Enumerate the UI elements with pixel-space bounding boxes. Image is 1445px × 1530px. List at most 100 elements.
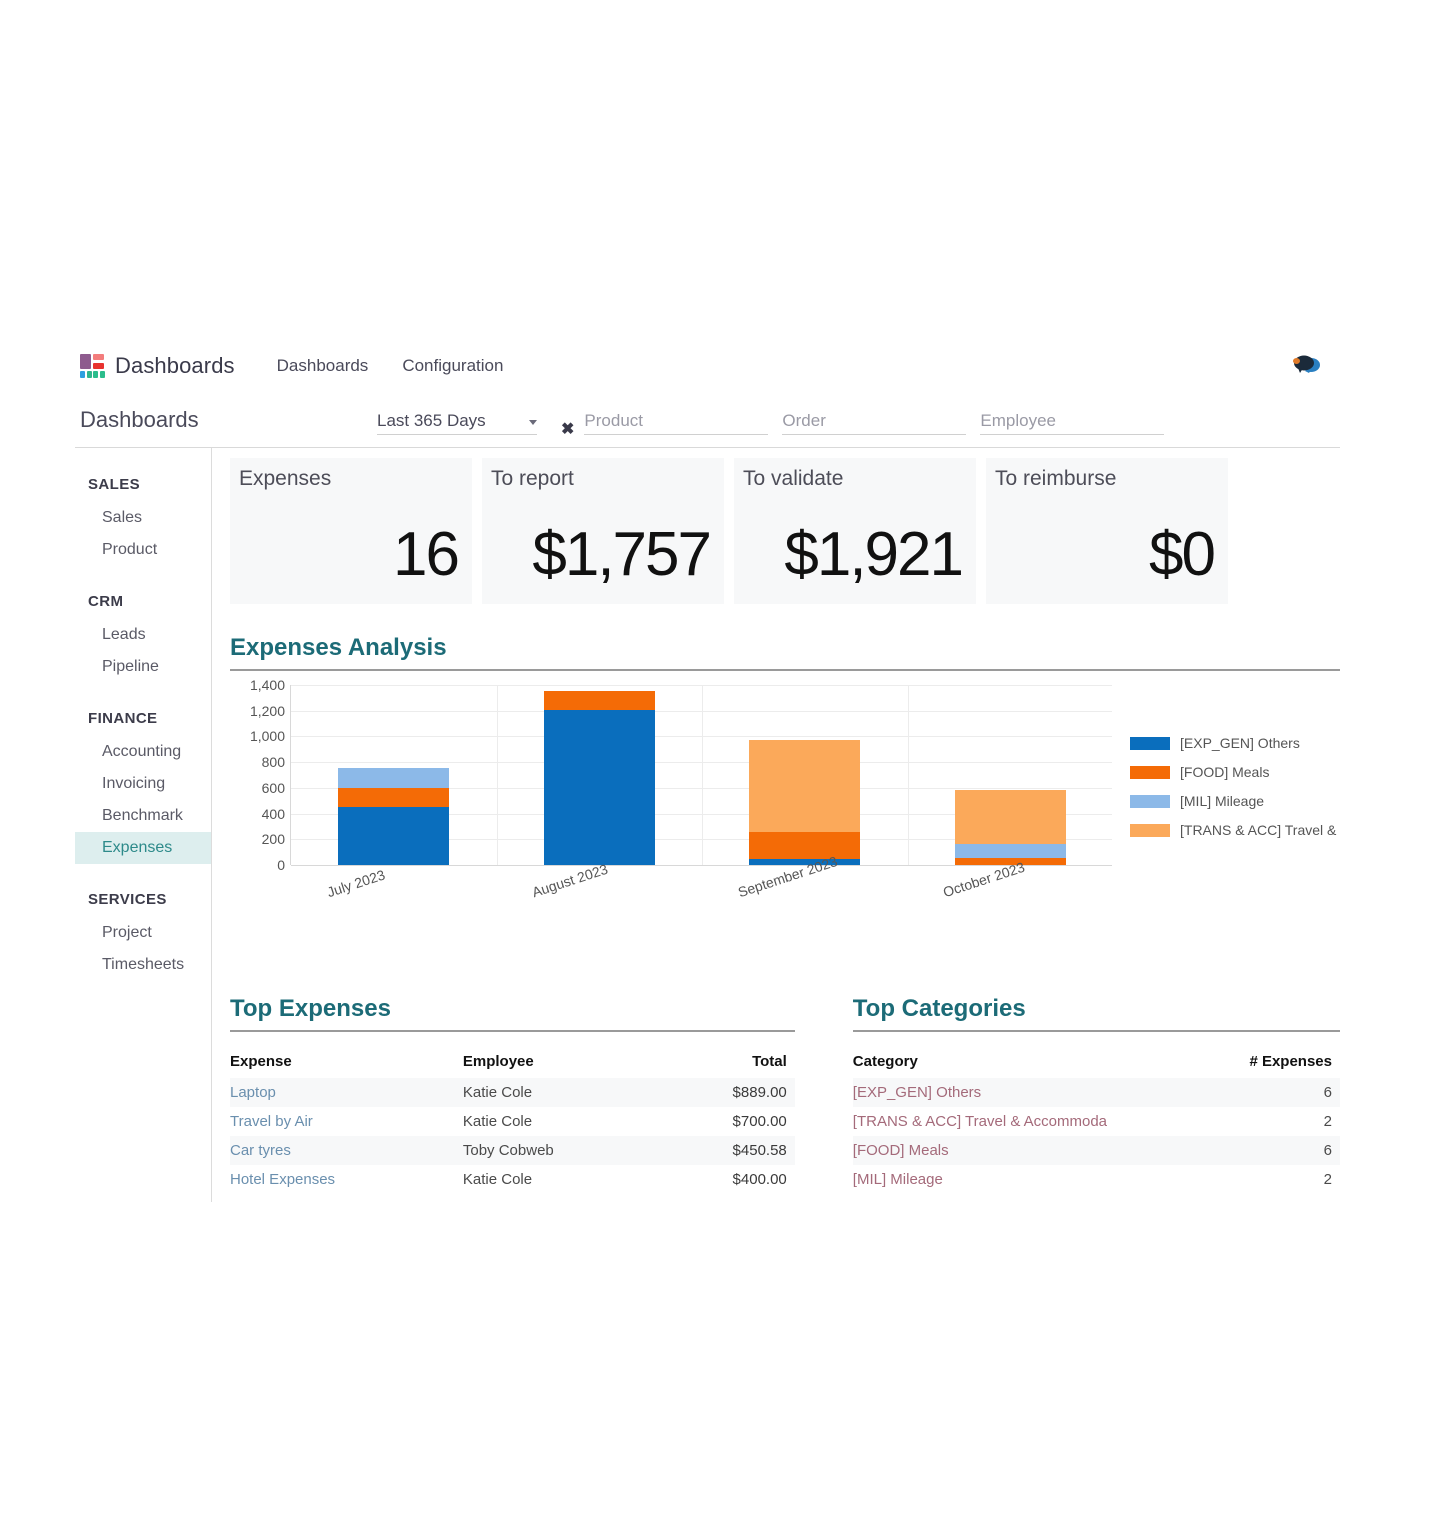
legend-item[interactable]: [FOOD] Meals — [1130, 764, 1340, 780]
chart-x-axis: July 2023 August 2023 September 2023 Octobe… — [290, 853, 1112, 923]
table-cell: Laptop — [230, 1084, 276, 1101]
table-row[interactable]: Travel by Air Katie Cole $700.00 — [230, 1107, 795, 1136]
employee-filter-input[interactable]: Employee — [980, 405, 1165, 435]
sidebar-item-expenses[interactable]: Expenses — [75, 832, 211, 864]
kpi-label: To reimburse — [995, 467, 1117, 490]
kpi-card-to-validate[interactable]: To validate $1,921 — [734, 458, 976, 604]
col-total: Total — [752, 1053, 787, 1070]
legend-label: [MIL] Mileage — [1180, 793, 1265, 809]
table-cell: [FOOD] Meals — [852, 1142, 949, 1159]
chart-bar[interactable] — [543, 685, 655, 865]
table-cell: Katie Cole — [462, 1171, 533, 1187]
col-employee: Employee — [462, 1053, 534, 1070]
control-bar: Dashboards Last 365 Days ✖ Product Order… — [75, 392, 1340, 448]
table-cell: 6 — [1323, 1142, 1332, 1159]
chart-bar-segment[interactable] — [338, 767, 450, 788]
table-row[interactable]: Hotel Expenses Katie Cole $400.00 — [230, 1165, 795, 1187]
table-row[interactable]: [TRANS & ACC] Travel & Accommoda 2 — [853, 1107, 1340, 1136]
chart-bar-segment[interactable] — [954, 789, 1066, 844]
clear-filter-icon[interactable]: ✖ — [561, 419, 574, 439]
logo-block-right — [93, 354, 104, 369]
kpi-card-to-reimburse[interactable]: To reimburse $0 — [986, 458, 1228, 604]
y-tick-label: 1,200 — [249, 702, 285, 719]
chart-y-axis: 0 200 400 600 800 1,000 1,200 1,400 — [230, 677, 285, 873]
logo-block-7 — [100, 371, 105, 378]
chart-bar-segment[interactable] — [543, 710, 655, 865]
sidebar-item-product[interactable]: Product — [75, 534, 211, 566]
chart-bar[interactable] — [954, 685, 1066, 865]
date-filter-value: Last 365 Days — [377, 410, 486, 430]
table-cell: Toby Cobweb — [462, 1142, 554, 1159]
y-tick-label: 800 — [261, 754, 285, 771]
y-tick-label: 200 — [261, 831, 285, 848]
chart-bar-segment[interactable] — [954, 843, 1066, 858]
order-filter-input[interactable]: Order — [782, 405, 967, 435]
top-categories-scroll[interactable]: Category # Expenses [EXP_GEN] Others 6 [TR… — [852, 1032, 1340, 1187]
nav-link-configuration[interactable]: Configuration — [402, 356, 503, 376]
logo-block-bottom-right — [93, 371, 105, 378]
y-tick-label: 1,400 — [249, 677, 285, 693]
chart-bar-segment[interactable] — [749, 739, 861, 832]
sidebar-item-timesheets[interactable]: Timesheets — [75, 949, 211, 981]
main-content: Expenses 16 To report $1,757 To validate $1,9… — [212, 448, 1340, 1202]
chevron-down-icon — [529, 419, 537, 425]
kpi-value: $1,921 — [784, 520, 964, 589]
table-row[interactable]: [EXP_GEN] Others 6 — [852, 1078, 1340, 1107]
sidebar-item-benchmark[interactable]: Benchmark — [75, 800, 211, 832]
sidebar-group-services: SERVICES — [88, 891, 167, 908]
app-brand-title: Dashboards — [115, 353, 235, 378]
col-category: Category — [852, 1053, 918, 1070]
table-cell: $400.00 — [732, 1171, 787, 1187]
kpi-value: $1,757 — [532, 520, 712, 589]
table-header-row: Category # Expenses — [853, 1049, 1340, 1078]
sidebar-item-sales[interactable]: Sales — [75, 502, 211, 534]
chart-bar-segment[interactable] — [543, 690, 655, 711]
sidebar-item-accounting[interactable]: Accounting — [75, 736, 211, 768]
top-expenses-scroll[interactable]: Expense Employee Total Laptop Katie Cole $… — [230, 1032, 795, 1187]
table-cell: $889.00 — [732, 1084, 787, 1101]
tables-row: Top Expenses Expense Employee Total Lapt… — [230, 995, 1340, 1187]
sidebar: SALES Sales Product CRM Leads Pipeline FINANCE… — [75, 448, 212, 1202]
sidebar-item-invoicing[interactable]: Invoicing — [75, 768, 211, 800]
table-row[interactable]: [MIL] Mileage 2 — [853, 1165, 1340, 1187]
chat-bubbles-icon[interactable] — [1292, 354, 1322, 378]
kpi-value: $0 — [1149, 520, 1216, 589]
legend-item[interactable]: [TRANS & ACC] Travel & — [1130, 822, 1340, 838]
employee-filter-placeholder: Employee — [980, 410, 1057, 430]
table-cell: [EXP_GEN] Others — [852, 1084, 982, 1101]
nav-link-dashboards[interactable]: Dashboards — [277, 356, 369, 376]
chart-vertical-gridline — [907, 685, 909, 865]
chart-bar[interactable] — [749, 685, 861, 865]
table-row[interactable]: Laptop Katie Cole $889.00 — [230, 1078, 795, 1107]
chart-bar-segment[interactable] — [338, 787, 450, 808]
legend-swatch — [1130, 794, 1170, 808]
chart-bar-segment[interactable] — [338, 807, 450, 865]
section-title-top-expenses: Top Expenses — [230, 995, 795, 1032]
chart-bar-segment[interactable] — [749, 831, 861, 859]
product-filter-input[interactable]: Product — [584, 405, 769, 435]
app-logo-icon[interactable] — [80, 354, 105, 378]
logo-block-6 — [93, 371, 98, 378]
sidebar-item-project[interactable]: Project — [75, 917, 211, 949]
logo-block-bottom-left — [80, 371, 92, 378]
kpi-card-to-report[interactable]: To report $1,757 — [482, 458, 724, 604]
table-cell: $700.00 — [732, 1113, 787, 1130]
col-expense: Expense — [230, 1053, 292, 1070]
kpi-card-expenses[interactable]: Expenses 16 — [230, 458, 472, 604]
body-wrapper: SALES Sales Product CRM Leads Pipeline FINANCE… — [75, 448, 1340, 1202]
chart-bar[interactable] — [338, 685, 450, 865]
kpi-row: Expenses 16 To report $1,757 To validate $1,9… — [230, 458, 1340, 604]
table-row[interactable]: [FOOD] Meals 6 — [852, 1136, 1340, 1165]
legend-item[interactable]: [EXP_GEN] Others — [1130, 735, 1340, 751]
sidebar-group-finance: FINANCE — [88, 710, 158, 727]
table-cell: Car tyres — [230, 1142, 291, 1159]
sidebar-item-leads[interactable]: Leads — [75, 619, 211, 651]
legend-item[interactable]: [MIL] Mileage — [1130, 793, 1340, 809]
date-filter-dropdown[interactable]: Last 365 Days — [377, 405, 537, 435]
sidebar-item-pipeline[interactable]: Pipeline — [75, 651, 211, 683]
table-row[interactable]: Car tyres Toby Cobweb $450.58 — [230, 1136, 795, 1165]
col-num-expenses: # Expenses — [1249, 1053, 1332, 1070]
table-cell: 2 — [1323, 1113, 1332, 1130]
table-cell: Katie Cole — [462, 1084, 533, 1101]
legend-label: [TRANS & ACC] Travel & — [1180, 822, 1337, 838]
